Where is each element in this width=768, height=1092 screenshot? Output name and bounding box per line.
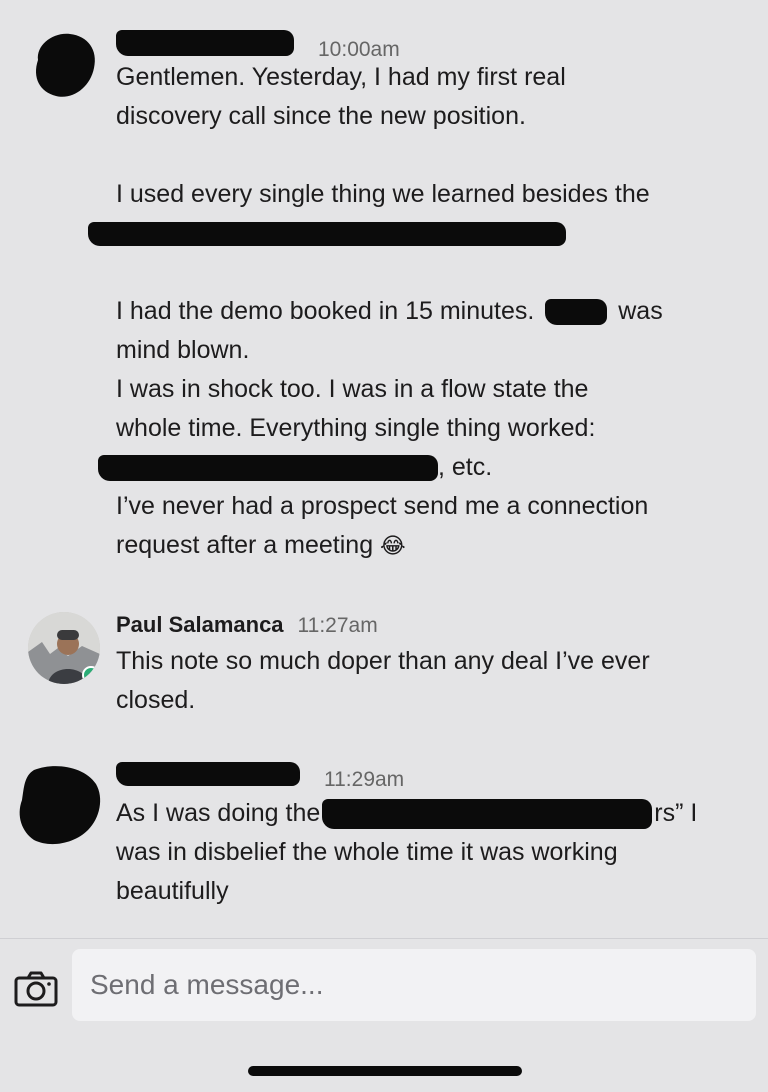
avatar[interactable] — [28, 612, 100, 684]
message-line: request after a meeting 😂 — [116, 526, 746, 565]
message-line: I was in shock too. I was in a flow stat… — [116, 375, 589, 403]
message-meta: 10:00am — [116, 30, 400, 61]
avatar[interactable] — [28, 30, 100, 102]
message-line: beautifully — [116, 877, 229, 905]
message-line: whole time. Everything single thing work… — [116, 414, 596, 442]
message-text: , etc. — [438, 453, 493, 481]
camera-icon — [14, 971, 58, 1007]
message-text: rs” I — [654, 799, 698, 827]
message-time: 11:27am — [297, 614, 378, 637]
message-meta: Paul Salamanca 11:27am — [116, 612, 378, 642]
redacted-text — [322, 799, 653, 830]
redacted-text — [98, 455, 438, 482]
message-time: 11:29am — [324, 768, 405, 791]
message-body: As I was doing the rs” I was in disbelief… — [116, 794, 746, 911]
message-line: I used every single thing we learned bes… — [116, 180, 650, 208]
message-line: mind blown. — [116, 336, 250, 364]
message-meta: 11:29am — [116, 762, 404, 792]
sender-name[interactable]: Paul Salamanca — [116, 612, 284, 638]
redacted-avatar — [19, 766, 101, 845]
redacted-text — [88, 222, 566, 247]
message-item[interactable]: 10:00am Gentlemen. Yesterday, I had my f… — [0, 30, 768, 590]
message-list: 10:00am Gentlemen. Yesterday, I had my f… — [0, 0, 768, 938]
message-body: This note so much doper than any deal I’… — [116, 642, 746, 720]
message-text: As I was doing the — [116, 799, 321, 827]
message-text: I had the demo booked in 15 minutes. — [116, 297, 535, 325]
laughing-emoji-icon: 😂 — [380, 534, 406, 559]
message-item[interactable]: Paul Salamanca 11:27am This note so much… — [0, 612, 768, 722]
message-line: , etc. — [98, 448, 746, 487]
message-line: As I was doing the rs” I — [116, 794, 746, 833]
message-line: closed. — [116, 686, 196, 714]
message-line: was in disbelief the whole time it was w… — [116, 838, 618, 866]
message-input[interactable] — [72, 949, 756, 1021]
message-line: This note so much doper than any deal I’… — [116, 647, 650, 675]
message-line — [88, 214, 746, 253]
message-line: I had the demo booked in 15 minutes. was — [116, 292, 746, 331]
message-line: I’ve never had a prospect send me a conn… — [116, 492, 649, 520]
message-line: discovery call since the new position. — [116, 102, 526, 130]
message-text: was — [618, 297, 663, 325]
home-indicator[interactable] — [248, 1066, 522, 1076]
online-status-indicator — [82, 666, 100, 684]
message-body: Gentlemen. Yesterday, I had my first rea… — [88, 58, 746, 565]
redacted-avatar — [36, 33, 95, 97]
redacted-text — [545, 299, 608, 326]
message-text: request after a meeting — [116, 531, 374, 559]
camera-button[interactable] — [14, 969, 58, 1009]
message-line: Gentlemen. Yesterday, I had my first rea… — [116, 63, 566, 91]
avatar[interactable] — [14, 762, 104, 852]
redacted-sender — [116, 30, 294, 56]
redacted-sender — [116, 762, 300, 786]
message-item[interactable]: 11:29am As I was doing the rs” I was in d… — [0, 762, 768, 922]
